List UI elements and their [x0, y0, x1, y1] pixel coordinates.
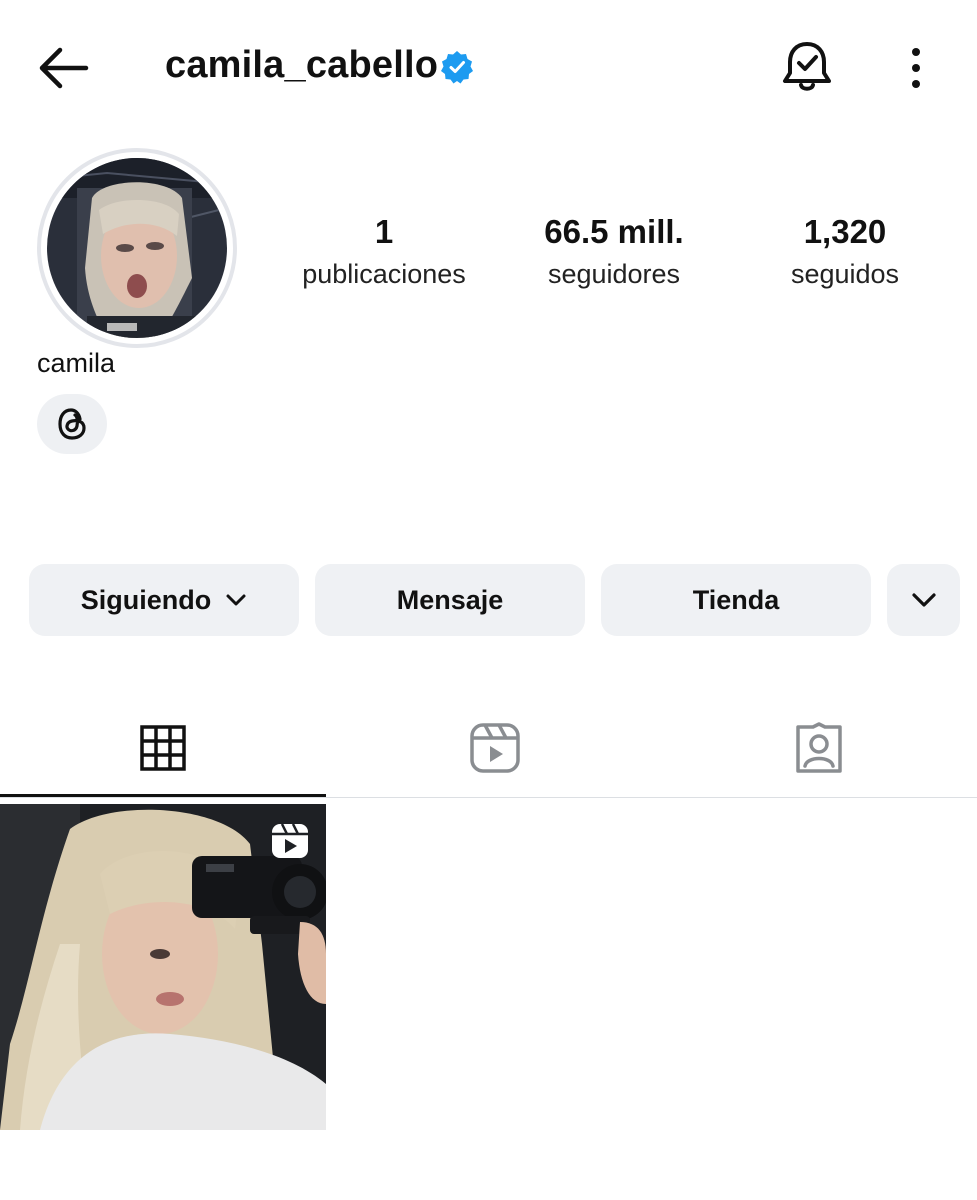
threads-icon: [58, 408, 86, 440]
posts-label: publicaciones: [302, 259, 466, 289]
back-arrow-icon: [39, 47, 89, 89]
posts-count-stat: 1 publicaciones: [274, 210, 494, 294]
tab-posts-grid[interactable]: [0, 700, 326, 796]
chevron-down-icon: [911, 593, 936, 607]
suggested-accounts-button[interactable]: [887, 564, 960, 636]
threads-link-button[interactable]: [37, 394, 107, 454]
message-button-label: Mensaje: [396, 584, 504, 615]
chevron-down-icon: [226, 594, 246, 606]
profile-display-name: camila: [37, 348, 116, 378]
tab-tagged[interactable]: [660, 700, 977, 796]
posts-count: 1: [374, 213, 394, 250]
tagged-icon: [795, 722, 842, 773]
reels-icon: [470, 723, 520, 773]
back-button[interactable]: [30, 40, 96, 96]
profile-avatar[interactable]: [47, 158, 227, 338]
more-options-button[interactable]: [896, 40, 936, 96]
notification-bell-icon: [783, 42, 831, 91]
following-button-label: Siguiendo: [80, 584, 212, 615]
followers-count: 66.5 mill.: [544, 213, 684, 250]
message-button[interactable]: Mensaje: [315, 564, 585, 636]
shop-button[interactable]: Tienda: [601, 564, 871, 636]
following-stat[interactable]: 1,320 seguidos: [735, 210, 955, 294]
tab-reels[interactable]: [330, 700, 660, 796]
profile-username: camila_cabello: [165, 44, 439, 86]
reel-badge-icon: [270, 822, 310, 860]
notifications-button[interactable]: [776, 38, 838, 98]
grid-icon: [140, 725, 186, 771]
shop-button-label: Tienda: [692, 584, 780, 615]
followers-label: seguidores: [547, 259, 681, 289]
verified-badge-icon: [440, 50, 474, 84]
following-label: seguidos: [790, 259, 900, 289]
following-button[interactable]: Siguiendo: [29, 564, 299, 636]
followers-stat[interactable]: 66.5 mill. seguidores: [504, 210, 724, 294]
tabs-divider: [0, 797, 977, 798]
following-count: 1,320: [803, 213, 887, 250]
more-options-icon: [912, 48, 920, 88]
